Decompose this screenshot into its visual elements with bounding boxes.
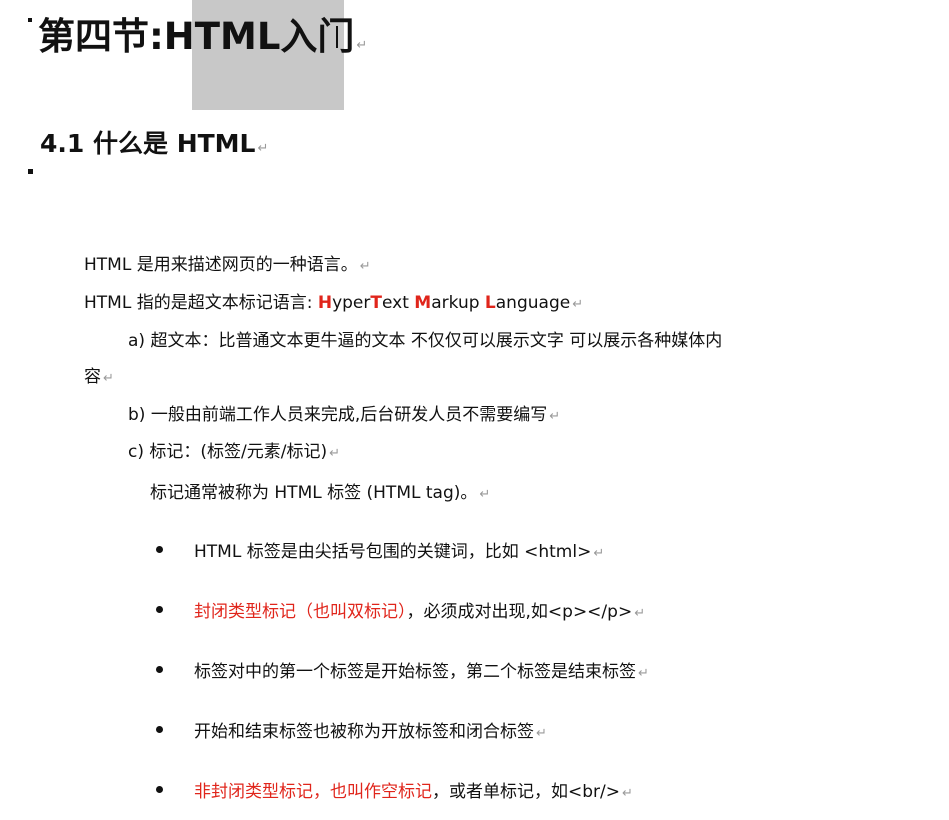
bullet-text-highlight: 非封闭类型标记，也叫作空标记 <box>194 782 432 802</box>
paragraph-mark: ↵ <box>572 297 584 312</box>
highlight-letter: T <box>370 293 382 313</box>
paragraph-text: 标记通常被称为 HTML 标签 (HTML tag)。 <box>150 483 478 503</box>
paragraph-mark: ↵ <box>634 606 646 621</box>
bullet-icon <box>156 666 163 673</box>
highlight-letter: H <box>317 293 333 313</box>
paragraph-mark: ↵ <box>356 38 368 53</box>
paragraph-mark: ↵ <box>549 409 561 424</box>
bullet-text-highlight: 封闭类型标记（也叫双标记） <box>194 602 407 622</box>
bullet-icon <box>156 726 163 733</box>
page-title-text: 第四节:HTML入门 <box>38 15 355 58</box>
list-item: a) 超文本：比普通文本更牛逼的文本 不仅仅可以展示文字 可以展示各种媒体内 <box>128 326 722 351</box>
paragraph-mark: ↵ <box>638 666 649 681</box>
paragraph-mark: ↵ <box>103 371 114 386</box>
section-heading: 4.1 什么是 HTML ↵ <box>40 124 268 160</box>
list-item-text: b) 一般由前端工作人员来完成,后台研发人员不需要编写 <box>128 405 548 425</box>
highlight-letter: L <box>484 293 496 313</box>
paragraph-text: yper <box>332 293 371 313</box>
bullet-item: 标签对中的第一个标签是开始标签，第二个标签是结束标签 ↵ <box>194 657 649 682</box>
bullet-item: HTML 标签是由尖括号包围的关键词，比如 <html> ↵ <box>194 537 604 562</box>
list-item-text: 容 <box>84 367 101 387</box>
paragraph: HTML 指的是超文本标记语言: HyperText Markup Langua… <box>84 288 583 313</box>
list-item-text: a) 超文本：比普通文本更牛逼的文本 不仅仅可以展示文字 可以展示各种媒体内 <box>128 331 723 351</box>
paragraph-text: HTML 是用来描述网页的一种语言。 <box>84 255 358 275</box>
bullet-text: HTML 标签是由尖括号包围的关键词，比如 <html> <box>194 542 592 562</box>
list-marker <box>28 18 32 22</box>
bullet-text: ，必须成对出现,如<p></p> <box>406 602 633 622</box>
paragraph-text: arkup <box>431 293 485 313</box>
bullet-icon <box>156 546 163 553</box>
bullet-item: 非封闭类型标记，也叫作空标记，或者单标记，如<br/> ↵ <box>194 777 633 802</box>
paragraph-mark: ↵ <box>329 446 341 461</box>
paragraph-mark: ↵ <box>479 487 491 502</box>
list-marker <box>28 169 33 174</box>
bullet-text: 开始和结束标签也被称为开放标签和闭合标签 <box>194 722 534 742</box>
bullet-item: 封闭类型标记（也叫双标记），必须成对出现,如<p></p> ↵ <box>194 597 645 622</box>
bullet-icon <box>156 606 163 613</box>
paragraph-text: HTML 指的是超文本标记语言: <box>84 293 318 313</box>
bullet-item: 开始和结束标签也被称为开放标签和闭合标签 ↵ <box>194 717 547 742</box>
paragraph: 标记通常被称为 HTML 标签 (HTML tag)。 ↵ <box>150 478 490 503</box>
paragraph-mark: ↵ <box>593 546 605 561</box>
bullet-text: 标签对中的第一个标签是开始标签，第二个标签是结束标签 <box>194 662 636 682</box>
paragraph-mark: ↵ <box>359 259 371 274</box>
bullet-text: ，或者单标记，如<br/> <box>432 782 620 802</box>
list-item: c) 标记：(标签/元素/标记) ↵ <box>128 437 340 462</box>
paragraph-mark: ↵ <box>536 726 547 741</box>
list-item-text: c) 标记：(标签/元素/标记) <box>128 442 328 462</box>
paragraph-mark: ↵ <box>622 786 633 801</box>
list-item: b) 一般由前端工作人员来完成,后台研发人员不需要编写 ↵ <box>128 400 560 425</box>
paragraph-text: anguage <box>495 293 571 313</box>
list-item: 容 ↵ <box>84 362 114 387</box>
section-heading-text: 4.1 什么是 HTML <box>40 129 256 158</box>
paragraph-mark: ↵ <box>257 141 269 156</box>
paragraph-text: ext <box>382 293 415 313</box>
highlight-letter: M <box>414 293 432 313</box>
bullet-icon <box>156 786 163 793</box>
paragraph: HTML 是用来描述网页的一种语言。 ↵ <box>84 250 371 275</box>
text-cursor <box>336 26 338 48</box>
page-title: 第四节:HTML入门 ↵ <box>38 6 367 60</box>
